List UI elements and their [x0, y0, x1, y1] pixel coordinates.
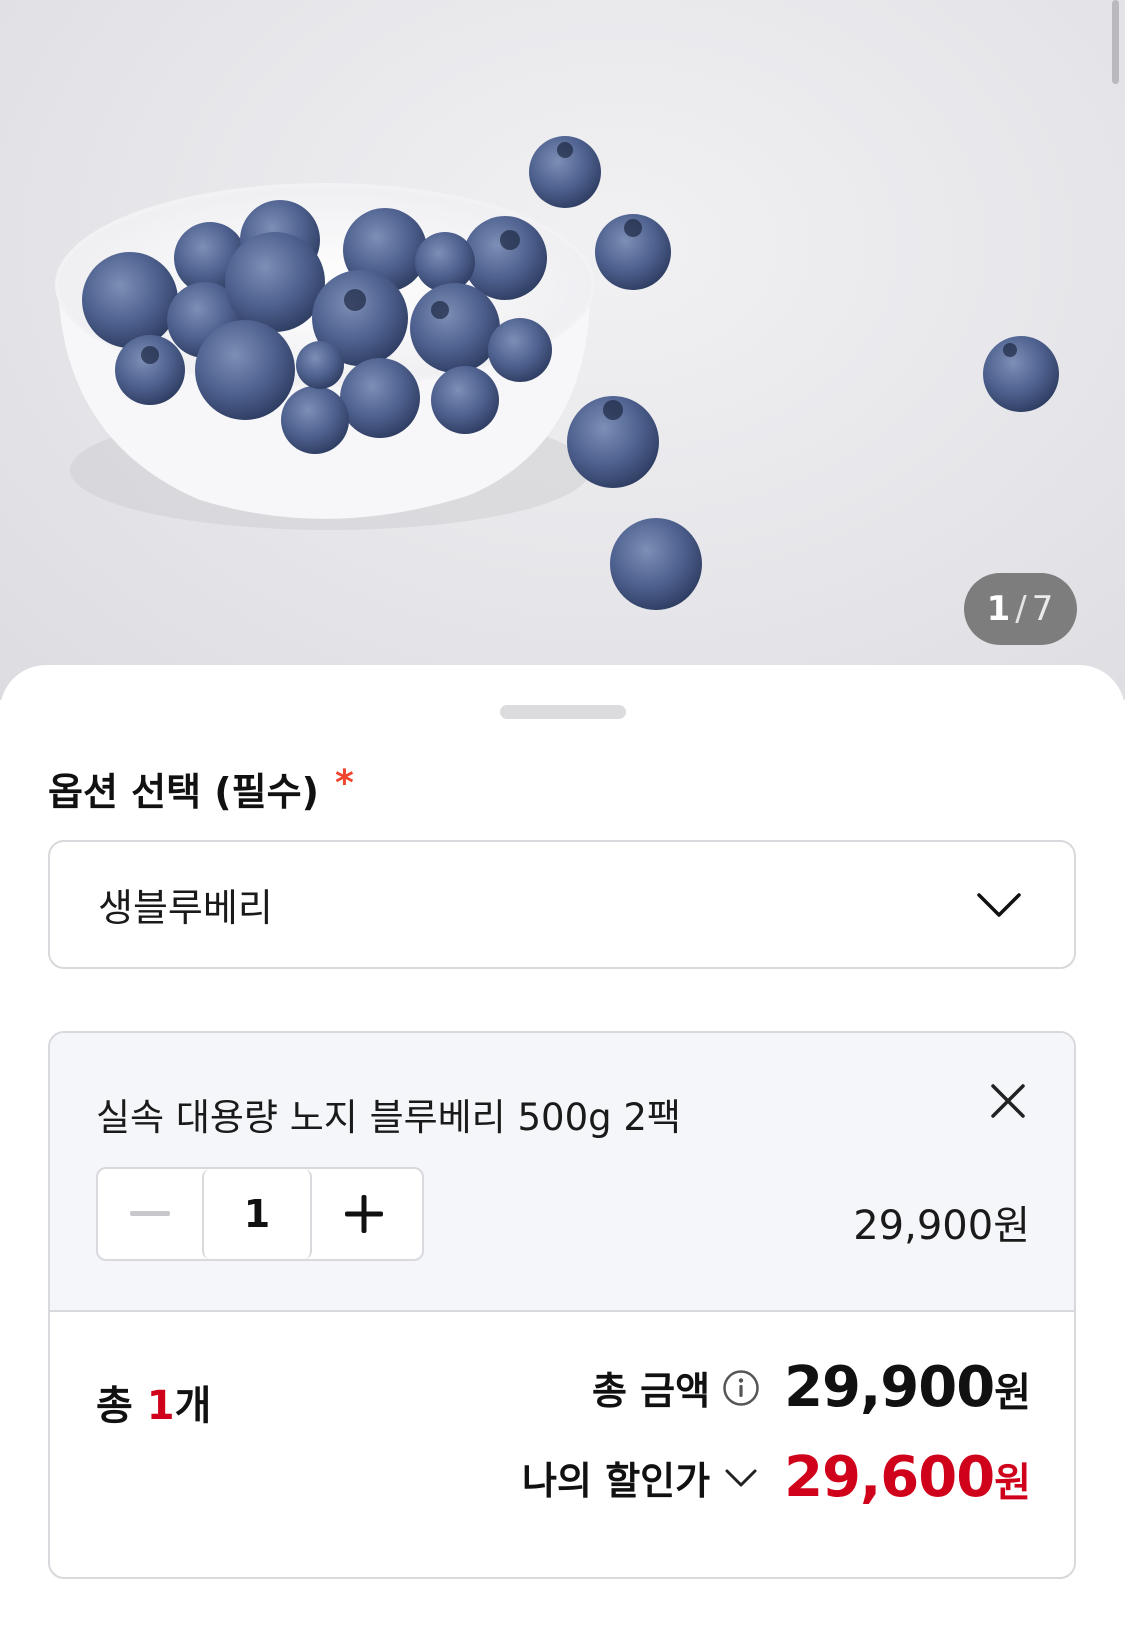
total-amount-unit: 원 — [994, 1370, 1031, 1416]
blueberry-photo — [55, 136, 1059, 610]
discount-price-value: 29,600 — [784, 1445, 995, 1510]
item-price: 29,900원 — [853, 1203, 1030, 1249]
option-title: 옵션 선택 (필수) * — [48, 761, 354, 816]
current-page: 1 — [986, 589, 1012, 629]
option-title-label: 옵션 선택 (필수) — [48, 770, 319, 814]
total-amount-value: 29,900 — [784, 1355, 995, 1420]
info-icon[interactable] — [722, 1369, 760, 1407]
image-page-indicator: 1 / 7 — [964, 573, 1077, 645]
discount-price-unit: 원 — [994, 1460, 1031, 1506]
plus-icon — [345, 1195, 383, 1233]
selected-item-card: 실속 대용량 노지 블루베리 500g 2팩 1 29,900원 총 1개 총 … — [48, 1031, 1076, 1579]
chevron-down-icon — [977, 892, 1021, 917]
required-mark: * — [334, 763, 354, 804]
discount-price: 29,600원 — [784, 1445, 1031, 1510]
discount-price-label: 나의 할인가 — [522, 1459, 711, 1503]
quantity-value[interactable]: 1 — [202, 1169, 312, 1259]
quantity-stepper: 1 — [96, 1167, 424, 1261]
chevron-down-icon — [725, 1469, 757, 1486]
decrease-button[interactable] — [98, 1169, 202, 1259]
option-select[interactable]: 생블루베리 — [48, 840, 1076, 969]
total-amount-row: 총 금액 29,900원 — [591, 1355, 1031, 1420]
scrollbar[interactable] — [1112, 0, 1119, 84]
option-select-value: 생블루베리 — [98, 886, 273, 930]
total-count-number: 1 — [146, 1383, 175, 1429]
discount-price-row[interactable]: 나의 할인가 29,600원 — [522, 1445, 1031, 1510]
total-pages: 7 — [1031, 589, 1055, 629]
total-amount-label: 총 금액 — [591, 1369, 711, 1413]
close-icon[interactable] — [988, 1081, 1028, 1121]
increase-button[interactable] — [312, 1169, 416, 1259]
product-image[interactable]: 1 / 7 — [0, 0, 1125, 700]
sheet-drag-handle[interactable] — [500, 705, 626, 719]
total-amount: 29,900원 — [784, 1355, 1031, 1420]
total-count-suffix: 개 — [174, 1383, 212, 1429]
item-name: 실속 대용량 노지 블루베리 500g 2팩 — [96, 1096, 681, 1139]
total-count: 총 1개 — [96, 1373, 211, 1431]
selected-item-row: 실속 대용량 노지 블루베리 500g 2팩 1 29,900원 — [50, 1033, 1074, 1312]
option-bottom-sheet: 옵션 선택 (필수) * 생블루베리 실속 대용량 노지 블루베리 500g 2… — [0, 665, 1125, 1640]
page-separator: / — [1015, 589, 1028, 629]
minus-icon — [130, 1211, 170, 1216]
total-count-prefix: 총 — [96, 1383, 147, 1429]
